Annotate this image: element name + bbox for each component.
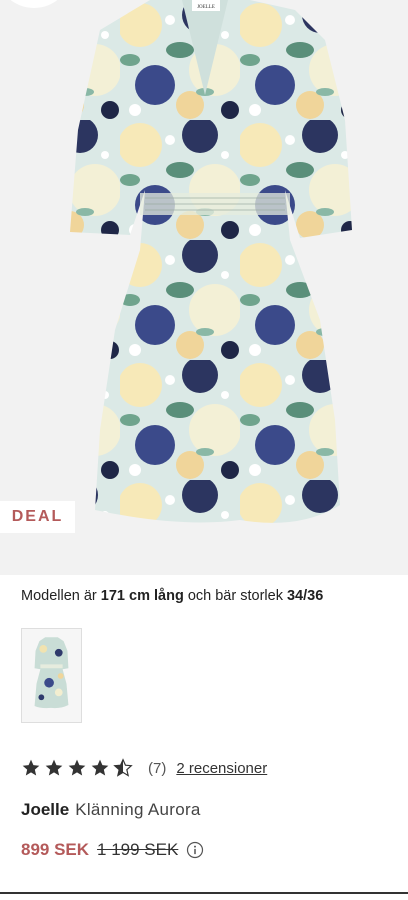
product-title: Joelle Klänning Aurora: [21, 800, 201, 820]
brand-name[interactable]: Joelle: [21, 800, 69, 819]
dress-illustration: JOELLE: [70, 0, 352, 523]
divider: [0, 892, 408, 894]
star-icon: [91, 759, 109, 776]
product-name: Klänning Aurora: [75, 800, 201, 819]
price-row: 899 SEK 1 199 SEK: [21, 840, 204, 860]
model-size-info: Modellen är 171 cm lång och bär storlek …: [21, 588, 323, 604]
star-icon: [45, 759, 63, 776]
star-icon: [22, 759, 40, 776]
rating-row: (7) 2 recensioner: [21, 757, 267, 779]
star-rating: [21, 758, 136, 778]
model-info-prefix: Modellen är: [21, 588, 101, 604]
model-height: 171 cm lång: [100, 588, 184, 604]
garment-label: JOELLE: [197, 5, 215, 10]
half-star-icon: [113, 758, 133, 777]
product-thumbnail[interactable]: [21, 628, 82, 723]
star-icon: [68, 759, 86, 776]
model-size: 34/36: [286, 588, 324, 604]
reviews-link[interactable]: 2 recensioner: [176, 760, 267, 777]
thumbnail-dress-icon: [22, 629, 81, 722]
product-image[interactable]: JOELLE: [0, 0, 408, 575]
rating-count: (7): [148, 759, 167, 777]
model-info-middle: och bär storlek: [183, 588, 287, 604]
info-icon[interactable]: [186, 841, 204, 859]
original-price: 1 199 SEK: [97, 840, 179, 859]
deal-badge: DEAL: [0, 501, 75, 533]
sale-price: 899 SEK: [21, 840, 90, 859]
